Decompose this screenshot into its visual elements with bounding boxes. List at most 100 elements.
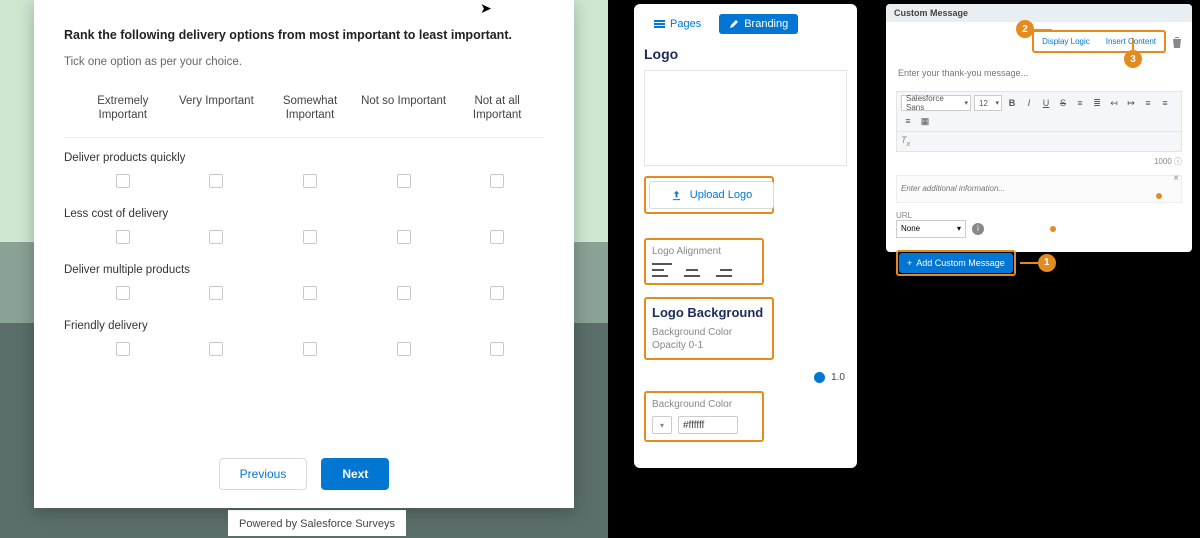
- survey-row-label: Deliver multiple products: [64, 264, 544, 276]
- close-icon[interactable]: ×: [1173, 173, 1179, 184]
- divider: [64, 137, 544, 138]
- logo-alignment-highlight: Logo Alignment: [644, 238, 764, 285]
- checkbox[interactable]: [303, 174, 317, 188]
- callout-badge-1: 1: [1038, 254, 1056, 272]
- upload-logo-highlight: Upload Logo: [644, 176, 774, 214]
- checkbox[interactable]: [116, 286, 130, 300]
- outdent-button[interactable]: ↤: [1107, 96, 1121, 110]
- survey-card: Rank the following delivery options from…: [34, 0, 574, 508]
- scale-header-row: Extremely Important Very Important Somew…: [64, 94, 544, 123]
- logo-section-header: Logo: [644, 46, 847, 62]
- align-center-button[interactable]: [682, 263, 702, 277]
- url-label: URL: [896, 211, 1182, 220]
- callout-dot: [1050, 226, 1056, 232]
- additional-info-input[interactable]: [896, 175, 1182, 203]
- survey-row: Friendly delivery: [64, 320, 544, 356]
- survey-row: Less cost of delivery: [64, 208, 544, 244]
- branding-tabs: Pages Branding: [644, 14, 847, 34]
- align-left-button[interactable]: ≡: [1141, 96, 1155, 110]
- display-logic-button[interactable]: Display Logic: [1036, 34, 1096, 49]
- char-count: 1000 ⓘ: [896, 156, 1182, 167]
- custom-message-header: Custom Message: [886, 4, 1192, 22]
- checkbox[interactable]: [490, 174, 504, 188]
- additional-info-block: ×: [896, 175, 1182, 203]
- align-left-button[interactable]: [652, 263, 672, 277]
- checkbox[interactable]: [397, 174, 411, 188]
- trash-icon[interactable]: [1172, 36, 1182, 48]
- checkbox[interactable]: [116, 174, 130, 188]
- callout-badge-2: 2: [1016, 20, 1034, 38]
- image-button[interactable]: ▦: [918, 114, 932, 128]
- checkbox[interactable]: [209, 174, 223, 188]
- checkbox[interactable]: [303, 230, 317, 244]
- survey-hint: Tick one option as per your choice.: [64, 56, 544, 68]
- rich-text-toolbar: Salesforce Sans 12 B I U S ≡ ≣ ↤ ↦ ≡ ≡ ≡…: [896, 91, 1182, 132]
- background-color-input[interactable]: [678, 416, 738, 434]
- upload-logo-label: Upload Logo: [690, 189, 752, 201]
- upload-logo-button[interactable]: Upload Logo: [649, 181, 774, 209]
- callout-badge-3: 3: [1124, 50, 1142, 68]
- logo-background-highlight: Logo Background Background Color Opacity…: [644, 297, 774, 360]
- logo-preview: [644, 70, 847, 166]
- logo-alignment-label: Logo Alignment: [652, 246, 756, 257]
- bold-button[interactable]: B: [1005, 96, 1019, 110]
- pencil-icon: [729, 19, 739, 29]
- survey-row: Deliver multiple products: [64, 264, 544, 300]
- italic-button[interactable]: I: [1022, 96, 1036, 110]
- survey-row-label: Deliver products quickly: [64, 152, 544, 164]
- insert-content-button[interactable]: Insert Content: [1100, 34, 1162, 49]
- tab-branding[interactable]: Branding: [719, 14, 798, 34]
- next-button[interactable]: Next: [321, 458, 389, 490]
- scale-header: Somewhat Important: [263, 94, 357, 123]
- scale-header: Not at all Important: [450, 94, 544, 123]
- align-right-button[interactable]: ≡: [901, 114, 915, 128]
- branding-panel: Pages Branding Logo Upload Logo 1 Logo A…: [634, 4, 857, 468]
- survey-question: Rank the following delivery options from…: [64, 28, 544, 42]
- opacity-slider-thumb[interactable]: [814, 372, 825, 383]
- background-color-highlight: Background Color ▾: [644, 391, 764, 442]
- underline-button[interactable]: U: [1039, 96, 1053, 110]
- upload-icon: [671, 190, 682, 201]
- number-list-button[interactable]: ≣: [1090, 96, 1104, 110]
- bullet-list-button[interactable]: ≡: [1073, 96, 1087, 110]
- scale-header: Very Important: [170, 94, 264, 123]
- info-icon[interactable]: i: [972, 223, 984, 235]
- clear-format-icon[interactable]: Tx: [901, 135, 910, 148]
- tab-branding-label: Branding: [744, 18, 788, 30]
- align-right-button[interactable]: [712, 263, 732, 277]
- checkbox[interactable]: [397, 342, 411, 356]
- checkbox[interactable]: [397, 230, 411, 244]
- cursor-icon: ➤: [480, 0, 492, 17]
- strike-button[interactable]: S: [1056, 96, 1070, 110]
- color-swatch-dropdown[interactable]: ▾: [652, 416, 672, 434]
- checkbox[interactable]: [209, 230, 223, 244]
- checkbox[interactable]: [490, 286, 504, 300]
- powered-by-label: Powered by Salesforce Surveys: [228, 510, 406, 536]
- nav-row: Previous Next: [34, 458, 574, 490]
- checkbox[interactable]: [116, 230, 130, 244]
- font-size-select[interactable]: 12: [974, 95, 1002, 111]
- logo-background-header: Logo Background: [652, 305, 766, 320]
- callout-line: [1020, 262, 1038, 264]
- checkbox[interactable]: [303, 342, 317, 356]
- indent-button[interactable]: ↦: [1124, 96, 1138, 110]
- align-center-button[interactable]: ≡: [1158, 96, 1172, 110]
- tab-pages[interactable]: Pages: [644, 14, 711, 34]
- checkbox[interactable]: [209, 342, 223, 356]
- previous-button[interactable]: Previous: [219, 458, 308, 490]
- background-color-label: Background Color: [652, 399, 756, 410]
- checkbox[interactable]: [303, 286, 317, 300]
- checkbox[interactable]: [209, 286, 223, 300]
- tab-pages-label: Pages: [670, 18, 701, 30]
- add-custom-message-button[interactable]: + Add Custom Message: [899, 253, 1013, 273]
- survey-row-label: Less cost of delivery: [64, 208, 544, 220]
- survey-row-label: Friendly delivery: [64, 320, 544, 332]
- checkbox[interactable]: [490, 342, 504, 356]
- list-icon: [654, 20, 665, 28]
- font-family-select[interactable]: Salesforce Sans: [901, 95, 971, 111]
- chip-group-highlight: Display Logic Insert Content: [1032, 30, 1166, 53]
- checkbox[interactable]: [490, 230, 504, 244]
- checkbox[interactable]: [116, 342, 130, 356]
- url-select[interactable]: None▾: [896, 220, 966, 238]
- checkbox[interactable]: [397, 286, 411, 300]
